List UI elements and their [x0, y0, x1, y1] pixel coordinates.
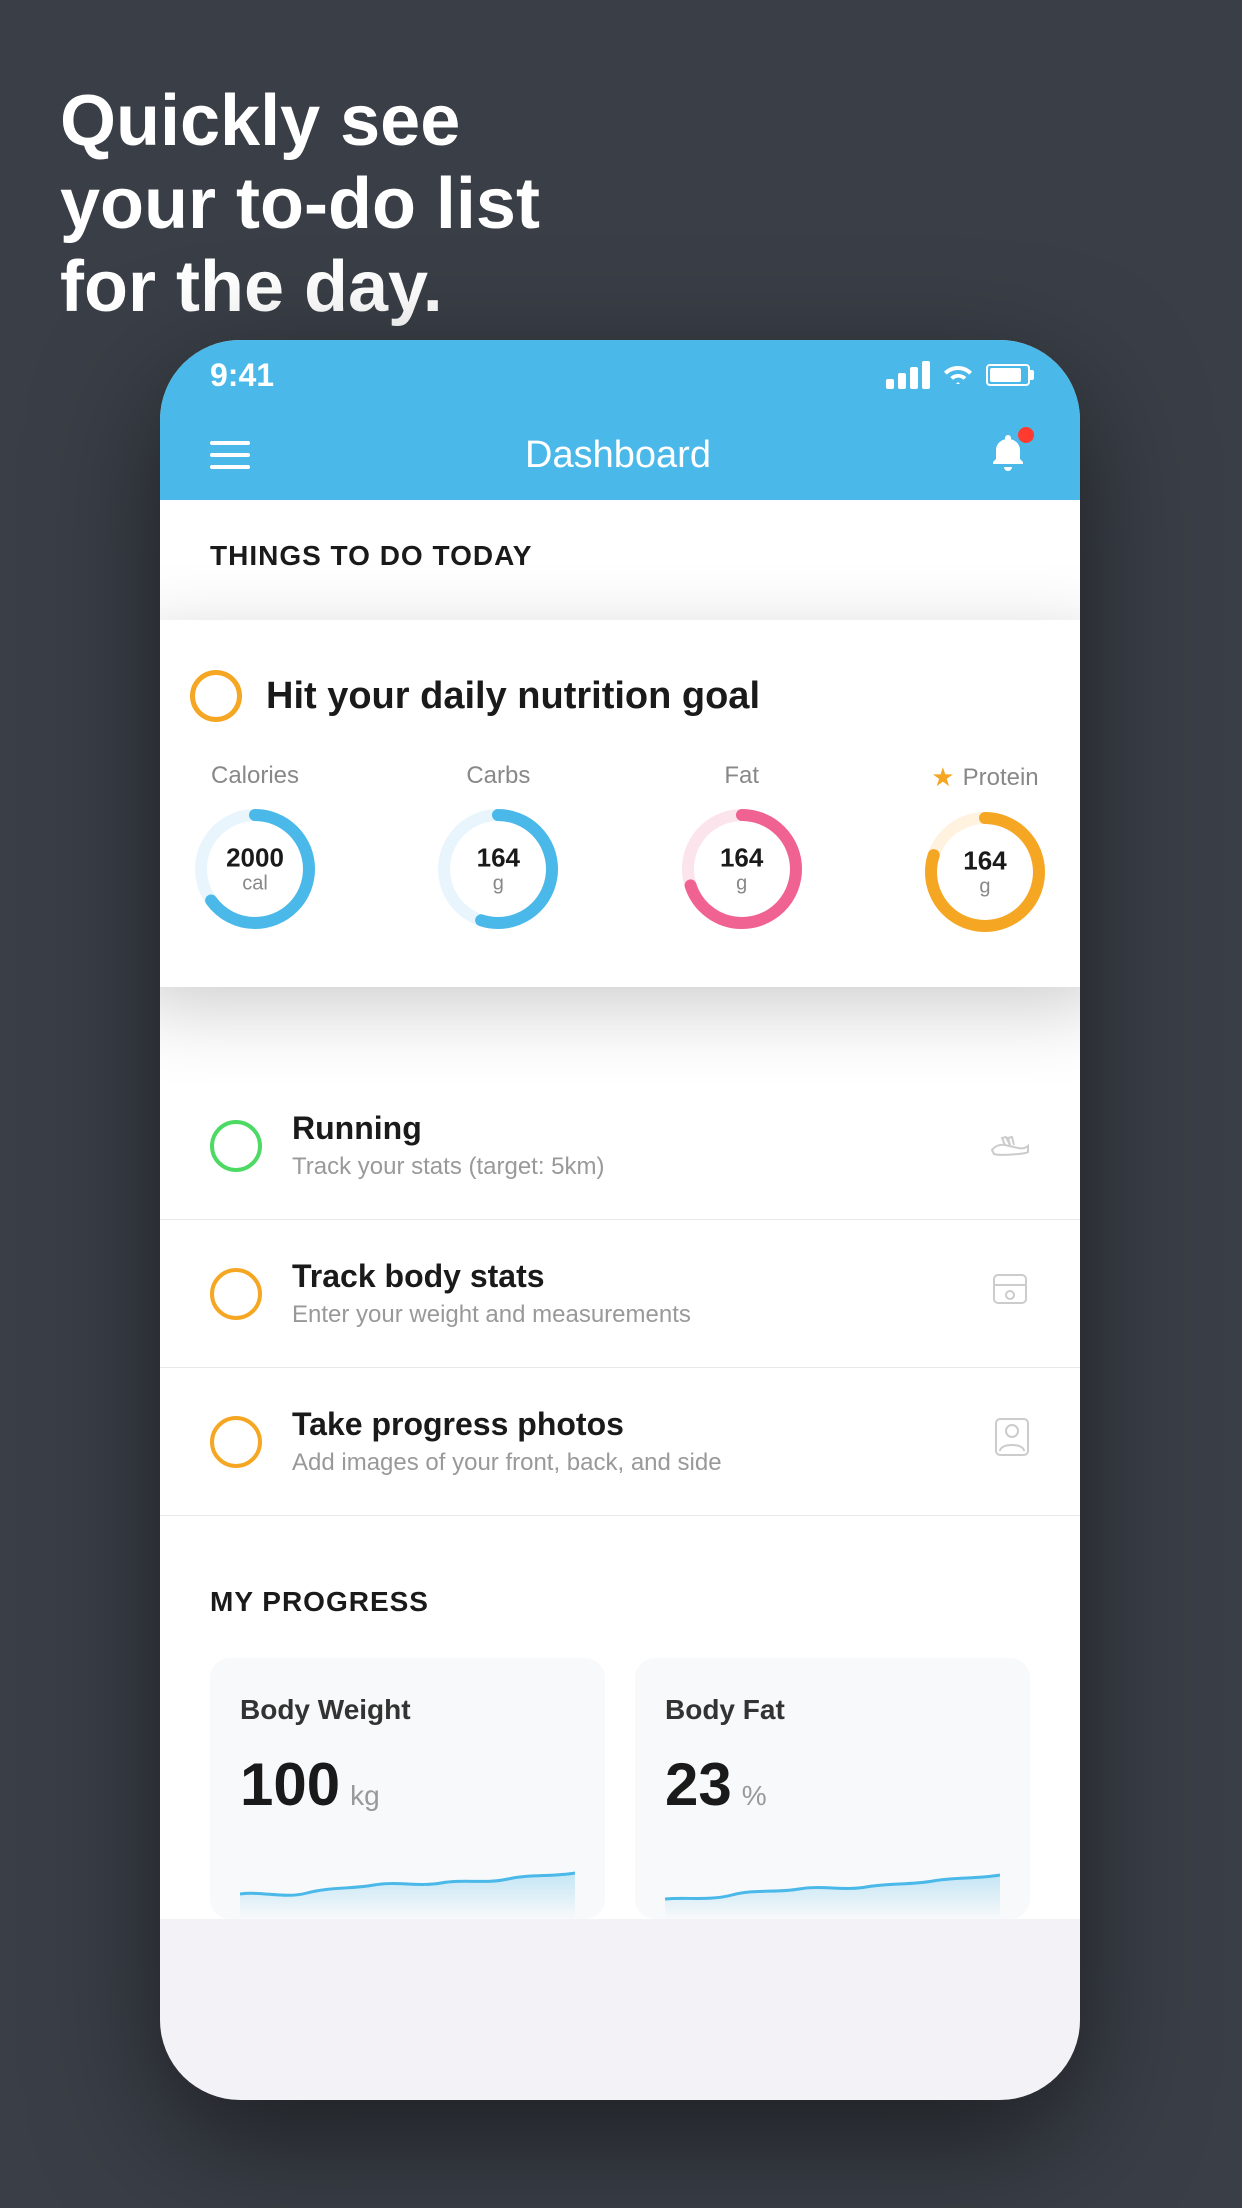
- carbs-label: Carbs: [466, 762, 530, 790]
- body-weight-value: 100: [240, 1750, 340, 1819]
- headline-line3: for the day.: [60, 246, 540, 329]
- fat-value: 164: [720, 844, 763, 873]
- body-stats-subtitle: Enter your weight and measurements: [292, 1301, 960, 1329]
- running-subtitle: Track your stats (target: 5km): [292, 1153, 960, 1181]
- nutrition-carbs: Carbs 164 g: [433, 762, 563, 937]
- things-header: THINGS TO DO TODAY: [160, 500, 1080, 592]
- photos-text: Take progress photos Add images of your …: [292, 1406, 964, 1477]
- photos-circle: [210, 1416, 262, 1468]
- body-fat-title: Body Fat: [665, 1694, 1000, 1726]
- calories-unit: cal: [226, 872, 284, 894]
- progress-section: MY PROGRESS Body Weight 100 kg: [160, 1536, 1080, 1919]
- body-fat-card: Body Fat 23 %: [635, 1658, 1030, 1919]
- battery-icon: [986, 364, 1030, 386]
- signal-icon: [886, 361, 930, 389]
- body-stats-title: Track body stats: [292, 1258, 960, 1295]
- nutrition-grid: Calories 2000 cal: [190, 762, 1050, 937]
- body-fat-chart: [665, 1849, 1000, 1919]
- body-stats-text: Track body stats Enter your weight and m…: [292, 1258, 960, 1329]
- scale-icon: [990, 1271, 1030, 1316]
- protein-value: 164: [963, 847, 1006, 876]
- card-title: Hit your daily nutrition goal: [266, 675, 760, 718]
- nutrition-protein: ★ Protein 164 g: [920, 762, 1050, 937]
- photos-title: Take progress photos: [292, 1406, 964, 1443]
- body-weight-title: Body Weight: [240, 1694, 575, 1726]
- notification-dot: [1018, 427, 1034, 443]
- progress-grid: Body Weight 100 kg: [210, 1658, 1030, 1919]
- body-weight-card: Body Weight 100 kg: [210, 1658, 605, 1919]
- nutrition-calories: Calories 2000 cal: [190, 762, 320, 937]
- menu-icon[interactable]: [210, 441, 250, 469]
- carbs-donut: 164 g: [433, 804, 563, 934]
- phone-frame: 9:41 Dashboard: [160, 340, 1080, 2100]
- person-icon: [994, 1417, 1030, 1466]
- body-fat-unit: %: [742, 1780, 767, 1812]
- photos-subtitle: Add images of your front, back, and side: [292, 1449, 964, 1477]
- progress-header: MY PROGRESS: [210, 1586, 1030, 1618]
- phone-mockup: 9:41 Dashboard: [160, 340, 1080, 2100]
- wifi-icon: [942, 359, 974, 391]
- calories-donut: 2000 cal: [190, 804, 320, 934]
- protein-unit: g: [963, 875, 1006, 897]
- nutrition-card: Hit your daily nutrition goal Calories: [160, 620, 1080, 987]
- todo-body-stats[interactable]: Track body stats Enter your weight and m…: [160, 1220, 1080, 1368]
- shoe-icon: [990, 1125, 1030, 1167]
- fat-donut: 164 g: [677, 804, 807, 934]
- status-time: 9:41: [210, 357, 274, 394]
- status-bar: 9:41: [160, 340, 1080, 410]
- headline-line2: your to-do list: [60, 163, 540, 246]
- body-weight-unit: kg: [350, 1780, 380, 1812]
- todo-photos[interactable]: Take progress photos Add images of your …: [160, 1368, 1080, 1516]
- calories-label: Calories: [211, 762, 299, 790]
- body-fat-value: 23: [665, 1750, 732, 1819]
- protein-donut: 164 g: [920, 807, 1050, 937]
- content-area: THINGS TO DO TODAY Hit your daily nutrit…: [160, 500, 1080, 1919]
- status-icons: [886, 359, 1030, 391]
- carbs-unit: g: [477, 872, 520, 894]
- star-icon: ★: [931, 762, 954, 793]
- nutrition-fat: Fat 164 g: [677, 762, 807, 937]
- todo-list: Running Track your stats (target: 5km): [160, 1072, 1080, 1516]
- carbs-value: 164: [477, 844, 520, 873]
- body-weight-chart: [240, 1849, 575, 1919]
- running-text: Running Track your stats (target: 5km): [292, 1110, 960, 1181]
- running-circle: [210, 1120, 262, 1172]
- body-stats-circle: [210, 1268, 262, 1320]
- running-title: Running: [292, 1110, 960, 1147]
- todo-running[interactable]: Running Track your stats (target: 5km): [160, 1072, 1080, 1220]
- nav-title: Dashboard: [525, 434, 711, 477]
- headline: Quickly see your to-do list for the day.: [60, 80, 540, 328]
- bell-icon[interactable]: [986, 431, 1030, 480]
- fat-label: Fat: [724, 762, 759, 790]
- nav-bar: Dashboard: [160, 410, 1080, 500]
- calories-value: 2000: [226, 844, 284, 873]
- protein-label: Protein: [963, 764, 1039, 792]
- headline-line1: Quickly see: [60, 80, 540, 163]
- task-circle-indicator: [190, 670, 242, 722]
- fat-unit: g: [720, 872, 763, 894]
